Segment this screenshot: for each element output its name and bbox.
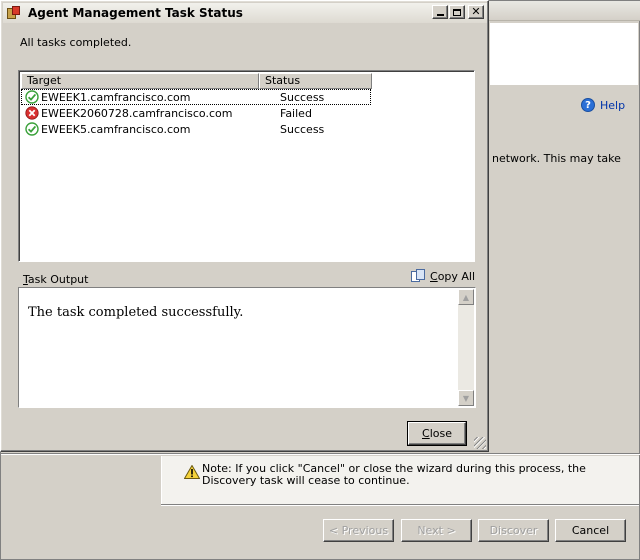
list-rows: EWEEK1.camfrancisco.com Success EWEEK206… [21,89,471,137]
help-icon: ? [581,98,595,112]
task-list[interactable]: Target Status EWEEK1.camfrancisco.com Su… [18,70,475,262]
close-accel: C [422,427,430,440]
task-output-label: Task Output [23,273,88,286]
task-output-text: The task completed successfully. [28,305,244,320]
row-status: Failed [280,106,312,120]
help-link[interactable]: ? Help [581,98,625,112]
output-scrollbar[interactable]: ▲ ▼ [458,289,474,406]
close-window-button[interactable]: ✕ [468,5,484,19]
copy-all-label: Copy All [430,270,475,283]
arrow-down-icon: ▼ [462,393,470,403]
row-target: EWEEK2060728.camfrancisco.com [41,106,233,120]
success-check-icon [25,90,39,104]
wizard-description-text: network. This may take [492,152,621,165]
wizard-header-pane [490,23,638,85]
wizard-titlebar [489,1,640,21]
success-check-icon [25,122,39,136]
dialog-title: Agent Management Task Status [28,6,243,20]
copy-all-accel: C [430,269,438,283]
copy-icon [411,269,427,283]
maximize-button[interactable] [449,5,465,19]
discover-button[interactable]: Discover [478,519,549,542]
scroll-up-button[interactable]: ▲ [458,289,474,305]
wizard-button-separator [161,504,639,506]
minimize-icon [436,14,444,16]
arrow-up-icon: ▲ [462,292,470,302]
wizard-left-panel [1,456,161,559]
caption-buttons: ✕ [431,5,484,19]
warning-icon [184,465,200,479]
table-row[interactable]: EWEEK5.camfrancisco.com Success [21,121,471,137]
previous-button[interactable]: < Previous [323,519,394,542]
close-label-text: lose [429,427,452,440]
task-output-box[interactable]: The task completed successfully. ▲ ▼ [18,287,476,408]
table-row[interactable]: EWEEK1.camfrancisco.com Success [21,89,371,105]
row-status: Success [280,90,325,104]
table-row[interactable]: EWEEK2060728.camfrancisco.com Failed [21,105,471,121]
column-header-target[interactable]: Target [21,73,259,89]
task-status-dialog: Agent Management Task Status ✕ All tasks… [0,0,489,452]
column-header-status[interactable]: Status [259,73,372,89]
app-icon [7,6,21,20]
dialog-titlebar[interactable]: Agent Management Task Status ✕ [3,3,487,23]
failed-x-icon [25,106,39,120]
close-icon: ✕ [471,5,481,18]
minimize-button[interactable] [432,5,448,19]
list-header: Target Status [21,73,372,89]
wizard-note-text: Note: If you click "Cancel" or close the… [202,462,586,487]
copy-all-button[interactable]: Copy All [411,269,475,283]
cancel-button[interactable]: Cancel [555,519,626,542]
wizard-separator [1,453,640,455]
status-message: All tasks completed. [20,36,132,49]
task-output-label-text: ask Output [27,273,89,286]
scroll-down-button[interactable]: ▼ [458,390,474,406]
wizard-note-area: Note: If you click "Cancel" or close the… [161,456,639,504]
next-button[interactable]: Next > [401,519,472,542]
row-target: EWEEK5.camfrancisco.com [41,122,191,136]
close-button[interactable]: Close [407,421,467,446]
resize-grip-icon[interactable] [474,437,486,449]
row-target: EWEEK1.camfrancisco.com [41,90,191,104]
help-label: Help [600,98,626,112]
row-status: Success [280,122,325,136]
copy-all-label-text: opy All [437,269,476,283]
maximize-icon [453,8,461,16]
